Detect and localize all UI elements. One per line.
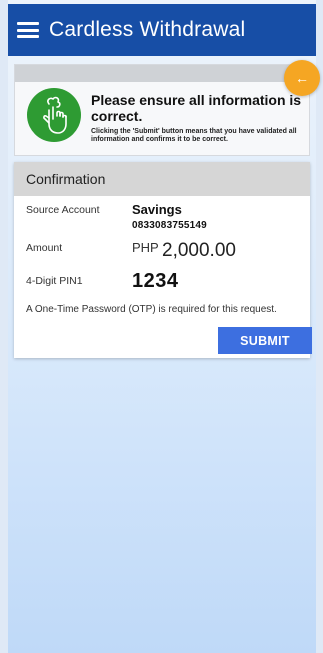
account-number: 0833083755149: [132, 220, 207, 231]
currency-code: PHP: [132, 240, 159, 255]
amount-label: Amount: [26, 242, 63, 254]
otp-note: A One-Time Password (OTP) is required fo…: [26, 304, 277, 315]
back-arrow-icon[interactable]: ←: [284, 60, 320, 96]
submit-button[interactable]: SUBMIT: [218, 327, 312, 354]
pin-value: 1234: [132, 270, 179, 292]
pin-label: 4-Digit PIN1: [26, 275, 83, 287]
notice-heading: Please ensure all information is correct…: [91, 92, 302, 124]
account-type: Savings: [132, 202, 182, 217]
notice-subtext: Clicking the 'Submit' button means that …: [91, 128, 297, 143]
hand-reminder-icon: [27, 88, 81, 142]
amount-value: 2,000.00: [162, 240, 236, 261]
top-app-bar: Cardless Withdrawal: [8, 4, 316, 56]
app-screen: Cardless Withdrawal Please ensure all in…: [8, 0, 316, 653]
source-account-label: Source Account: [26, 204, 100, 216]
menu-icon[interactable]: [17, 22, 39, 38]
page-title: Cardless Withdrawal: [49, 18, 246, 41]
notice-header-strip: [15, 65, 309, 82]
confirmation-card: Confirmation Source Account Savings 0833…: [14, 162, 312, 358]
confirmation-notice: Please ensure all information is correct…: [14, 64, 310, 156]
confirmation-title: Confirmation: [14, 162, 310, 196]
